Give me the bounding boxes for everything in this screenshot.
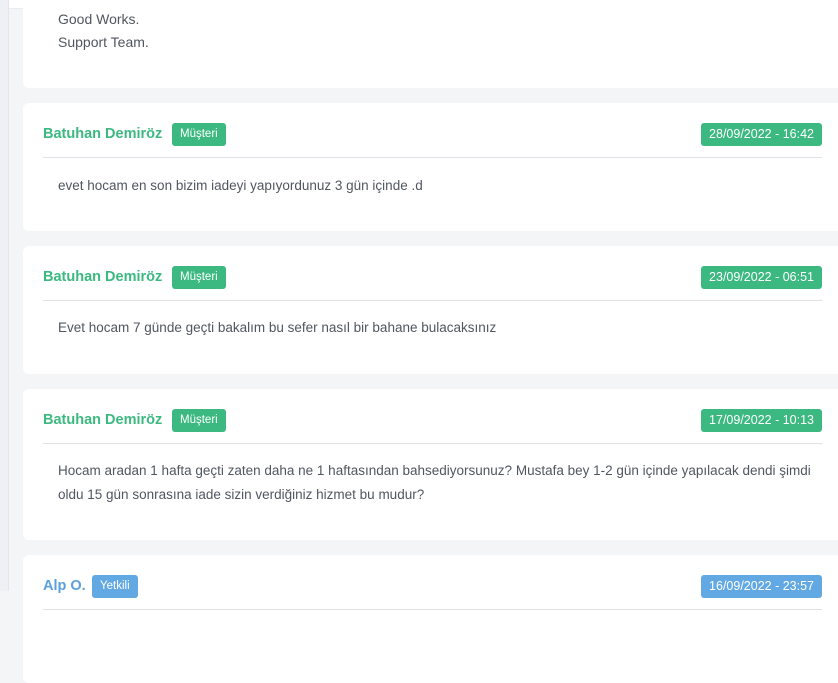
message-author: Batuhan Demiröz <box>43 412 163 428</box>
role-badge: Müşteri <box>172 409 226 432</box>
message-author: Batuhan Demiröz <box>43 269 163 285</box>
message-body: evet hocam en son bizim iadeyi yapıyordu… <box>58 178 423 193</box>
left-rule <box>0 0 9 591</box>
date-badge: 16/09/2022 - 23:57 <box>701 575 822 598</box>
message-card: Batuhan Demiröz Müşteri 23/09/2022 - 06:… <box>23 246 838 374</box>
role-badge: Müşteri <box>172 123 226 146</box>
message-body: Hocam aradan 1 hafta geçti zaten daha ne… <box>58 463 811 502</box>
message-header: Alp O. Yetkili 16/09/2022 - 23:57 <box>43 573 822 610</box>
message-header: Batuhan Demiröz Müşteri 23/09/2022 - 06:… <box>43 264 822 301</box>
signature-line: Good Works. <box>58 11 140 27</box>
message-author: Batuhan Demiröz <box>43 126 163 142</box>
message-author: Alp O. <box>43 578 86 594</box>
message-card: Alp O. Yetkili 16/09/2022 - 23:57 <box>23 555 838 683</box>
role-badge: Müşteri <box>172 266 226 289</box>
message-header: Batuhan Demiröz Müşteri 17/09/2022 - 10:… <box>43 407 822 444</box>
message-body: Evet hocam 7 günde geçti bakalım bu sefe… <box>58 320 497 335</box>
date-badge: 17/09/2022 - 10:13 <box>701 409 822 432</box>
message-card: Batuhan Demiröz Müşteri 28/09/2022 - 16:… <box>23 103 838 231</box>
date-badge: 23/09/2022 - 06:51 <box>701 266 822 289</box>
role-badge: Yetkili <box>92 575 138 598</box>
message-card: Batuhan Demiröz Müşteri 17/09/2022 - 10:… <box>23 389 838 540</box>
signature-line: Support Team. <box>58 34 149 50</box>
message-card-previous: Good Works. Support Team. <box>23 0 838 88</box>
message-header: Batuhan Demiröz Müşteri 28/09/2022 - 16:… <box>43 121 822 158</box>
date-badge: 28/09/2022 - 16:42 <box>701 123 822 146</box>
